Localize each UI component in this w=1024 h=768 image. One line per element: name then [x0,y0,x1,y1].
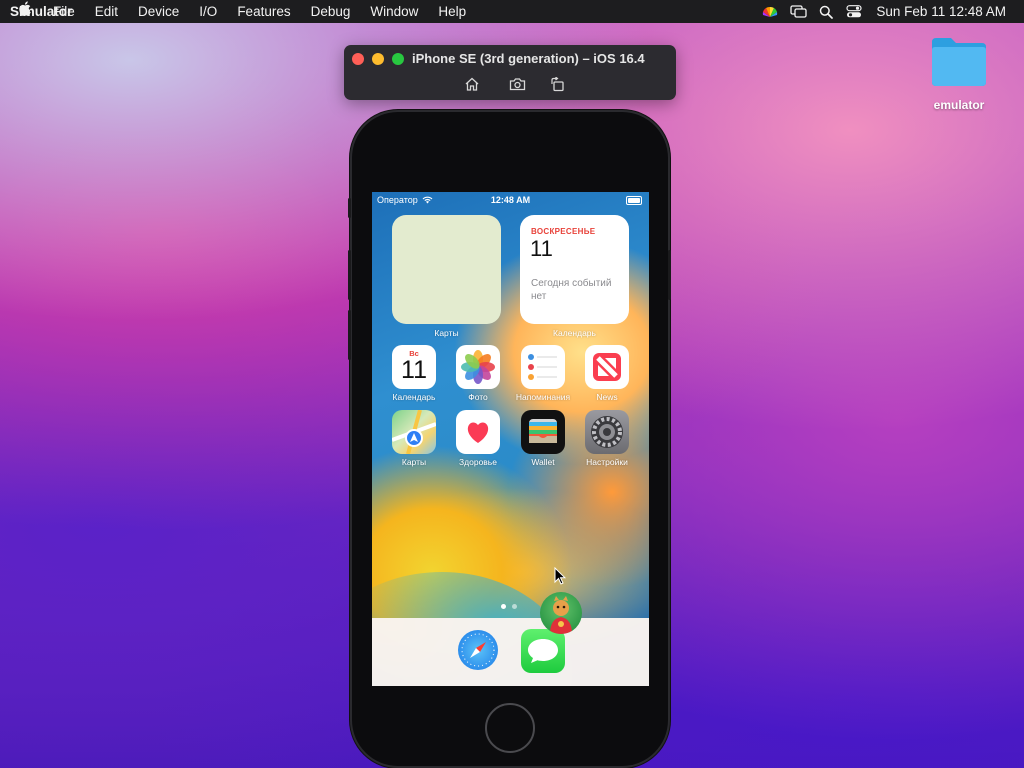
home-icon [465,77,479,91]
volume-down-button [348,310,351,360]
maps-widget-label: Карты [434,328,459,338]
menu-help[interactable]: Help [428,0,476,23]
app-wallet[interactable]: Wallet [513,410,573,467]
menu-edit[interactable]: Edit [85,0,128,23]
screenshot-button[interactable] [507,74,527,94]
volume-up-button [348,250,351,300]
calendar-widget[interactable]: ВОСКРЕСЕНЬЕ 11 Сегодня событий нет [520,215,629,324]
app-label: Календарь [392,392,436,402]
reminders-icon [521,345,565,389]
rotate-icon [550,76,564,91]
dock [372,618,649,686]
status-time: 12:48 AM [490,195,531,205]
mouse-pointer [554,566,567,590]
app-label: Напоминания [515,392,571,402]
screen-mirror-icon[interactable] [784,0,812,23]
folder-label: emulator [933,98,985,112]
ios-status-bar: Оператор 12:48 AM [372,192,649,208]
page-indicator[interactable] [501,604,517,609]
calendar-widget-label: Календарь [553,328,596,338]
app-maps[interactable]: Карты [384,410,444,467]
app-label: News [596,392,618,402]
calendar-icon: Вс 11 [392,345,436,389]
app-news[interactable]: News [577,345,637,402]
app-calendar[interactable]: Вс 11 Календарь [384,345,444,402]
app-health[interactable]: Здоровье [448,410,508,467]
app-label: Карты [401,457,427,467]
home-button[interactable] [462,74,482,94]
screenshot-icon [509,78,525,91]
calendar-widget-weekday: ВОСКРЕСЕНЬЕ [531,227,596,236]
home-hardware-button[interactable] [485,703,535,753]
app-reminders[interactable]: Напоминания [513,345,573,402]
menu-bar: Simulator File Edit Device I/O Features … [0,0,1024,23]
spotlight-search-icon[interactable] [812,0,840,23]
app-label: Фото [468,392,488,402]
zoom-button[interactable] [392,53,404,65]
settings-icon [585,410,629,454]
close-button[interactable] [352,53,364,65]
app-photos[interactable]: Фото [448,345,508,402]
app-settings[interactable]: Настройки [577,410,637,467]
menu-device[interactable]: Device [128,0,189,23]
page-dot [512,604,517,609]
rotate-button[interactable] [547,74,567,94]
simulator-title-bar: iPhone SE (3rd generation) – iOS 16.4 [344,45,676,100]
maps-icon [392,410,436,454]
side-button [668,250,671,300]
color-wheel-icon[interactable] [756,0,784,23]
menu-window[interactable]: Window [360,0,428,23]
battery-icon [626,196,642,205]
app-label: Здоровье [459,457,497,467]
mute-switch [348,198,351,218]
menu-debug[interactable]: Debug [301,0,361,23]
app-menu-simulator[interactable]: Simulator [0,0,80,23]
window-title: iPhone SE (3rd generation) – iOS 16.4 [412,51,645,66]
menu-io[interactable]: I/O [189,0,227,23]
wallet-icon [521,410,565,454]
calendar-icon-day: 11 [401,356,427,384]
messages-icon[interactable] [521,629,565,673]
safari-icon[interactable] [458,630,498,670]
menu-features[interactable]: Features [227,0,300,23]
news-icon [585,345,629,389]
maps-widget[interactable] [392,215,501,324]
folder-icon [929,36,989,88]
app-label: Настройки [586,457,628,467]
ios-home-screen[interactable]: Оператор 12:48 AM Карты ВОСКРЕСЕНЬЕ 11 С… [372,192,649,686]
app-label: Wallet [531,457,555,467]
minimize-button[interactable] [372,53,384,65]
photos-icon [456,345,500,389]
calendar-widget-events: Сегодня событий нет [531,278,612,302]
health-icon [456,410,500,454]
calendar-widget-day: 11 [530,236,553,261]
menubar-clock[interactable]: Sun Feb 11 12:48 AM [868,0,1024,23]
control-center-icon[interactable] [840,0,868,23]
desktop-folder-emulator[interactable]: emulator [922,36,996,112]
floating-avatar[interactable] [540,592,582,634]
page-dot-active [501,604,506,609]
